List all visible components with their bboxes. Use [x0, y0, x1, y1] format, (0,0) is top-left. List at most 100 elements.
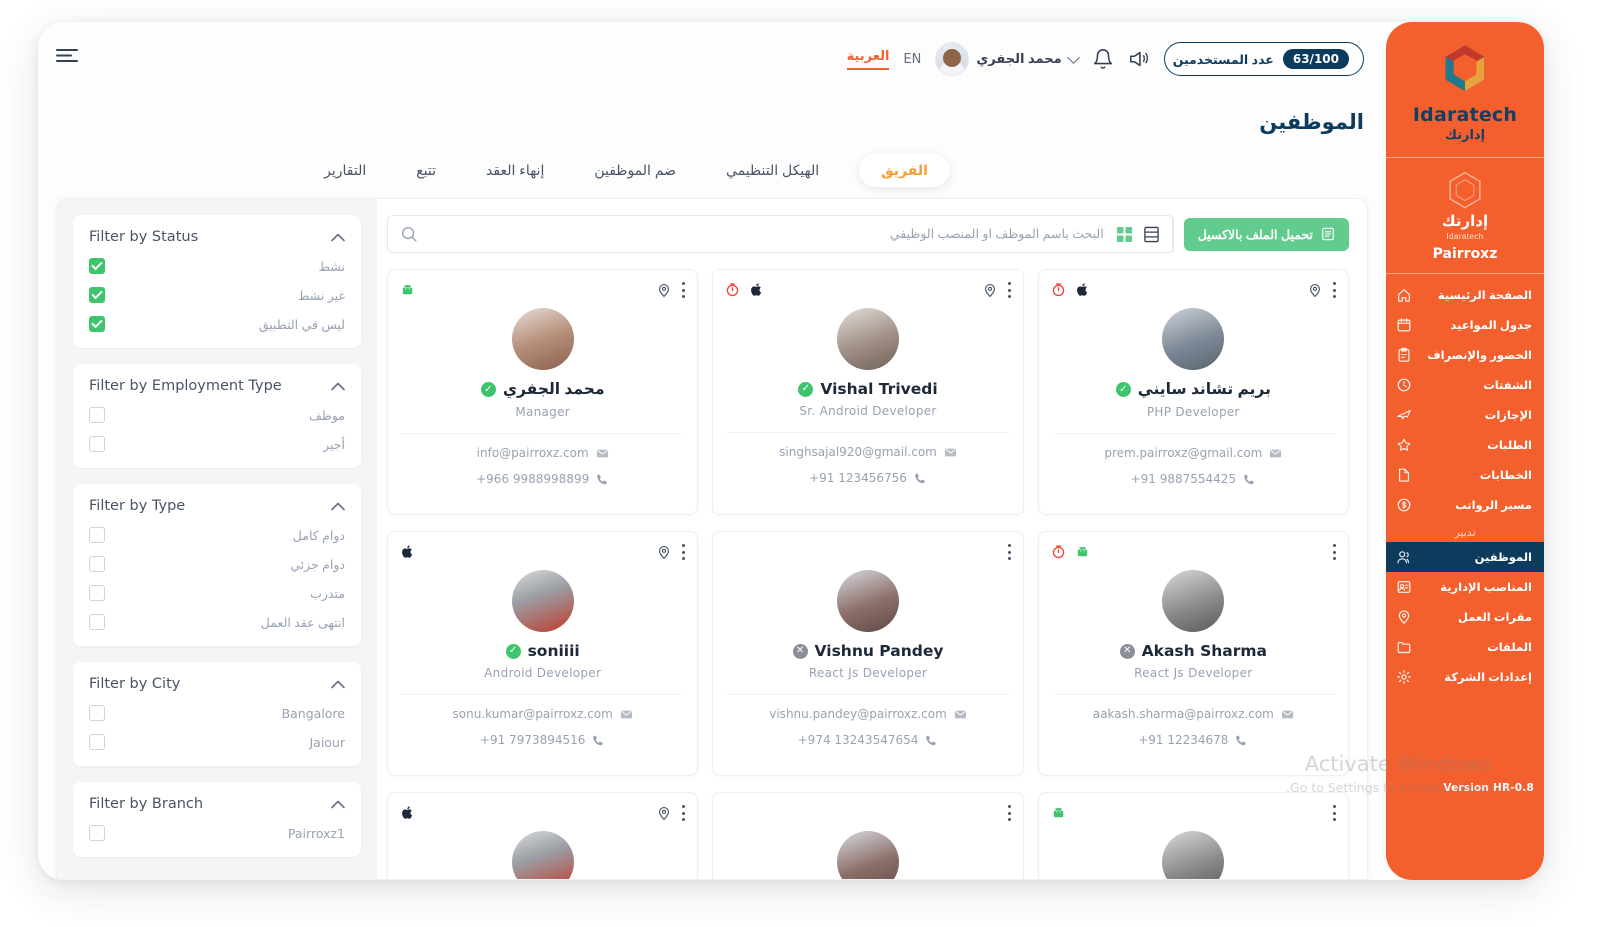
tab-4[interactable]: إنهاء العقد	[476, 154, 554, 187]
checkbox[interactable]	[89, 614, 105, 630]
filter-header[interactable]: Filter by City	[89, 676, 345, 692]
announcement-icon[interactable]	[1128, 48, 1150, 70]
employee-card-partial[interactable]	[1037, 792, 1349, 879]
filter-header[interactable]: Filter by Type	[89, 498, 345, 514]
download-excel-button[interactable]: تحميل الملف بالاكسيل	[1183, 217, 1349, 251]
employee-name-row: ✓ soniiii	[400, 642, 685, 660]
filter-header[interactable]: Filter by Status	[89, 229, 345, 245]
bell-icon[interactable]	[1092, 48, 1114, 70]
card-menu-icon[interactable]	[1332, 544, 1336, 560]
sidebar-item-8[interactable]: مسير الرواتب	[1386, 490, 1544, 520]
employee-email-row[interactable]: vishnu.pandey@pairroxz.com	[725, 707, 1010, 721]
checkbox[interactable]	[89, 705, 105, 721]
chevron-up-icon[interactable]	[331, 800, 345, 809]
sidebar-item-3[interactable]: الحضور والإنصراف	[1386, 340, 1544, 370]
employee-card-partial[interactable]	[387, 792, 699, 879]
employee-phone-row[interactable]: +966 9988998899	[400, 472, 685, 486]
filter-option[interactable]: Bangalore	[89, 705, 345, 721]
employee-email-row[interactable]: aakash.sharma@pairroxz.com	[1051, 707, 1336, 721]
sidebar-item-2[interactable]: جدول المواعيد	[1386, 310, 1544, 340]
checkbox[interactable]	[89, 585, 105, 601]
sidebar-item-11[interactable]: مقرات العمل	[1386, 602, 1544, 632]
filter-option[interactable]: نشط	[89, 258, 345, 274]
tab-3[interactable]: ضم الموظفين	[584, 154, 686, 187]
employee-card[interactable]: ✓ Vishal Trivedi Sr. Android Developer sing…	[712, 269, 1024, 515]
grid-view-icon[interactable]	[1116, 226, 1133, 243]
chevron-up-icon[interactable]	[331, 233, 345, 242]
location-pin-icon[interactable]	[1307, 282, 1323, 298]
chevron-up-icon[interactable]	[331, 502, 345, 511]
checkbox[interactable]	[89, 407, 105, 423]
card-menu-icon[interactable]	[1007, 282, 1011, 298]
employee-card-partial[interactable]	[712, 792, 1024, 879]
user-menu[interactable]: محمد الجفري	[935, 42, 1080, 76]
employee-email-row[interactable]: info@pairroxz.com	[400, 446, 685, 460]
filter-option[interactable]: Jaiour	[89, 734, 345, 750]
list-view-icon[interactable]	[1143, 226, 1160, 243]
filter-header[interactable]: Filter by Employment Type	[89, 378, 345, 394]
employee-email-row[interactable]: prem.pairroxz@gmail.com	[1051, 446, 1336, 460]
checkbox[interactable]	[89, 316, 105, 332]
filter-option[interactable]: دوام كامل	[89, 527, 345, 543]
card-menu-icon[interactable]	[1332, 805, 1336, 821]
employee-phone-row[interactable]: +91 12234678	[1051, 733, 1336, 747]
search-icon[interactable]	[400, 225, 418, 243]
sidebar-item-1[interactable]: الصفحة الرئيسية	[1386, 280, 1544, 310]
tab-5[interactable]: تتبع	[406, 154, 446, 187]
employee-phone-row[interactable]: +91 9887554425	[1051, 472, 1336, 486]
sidebar-item-9[interactable]: الموظفين	[1386, 541, 1544, 572]
filter-option[interactable]: انتهى عقد العمل	[89, 614, 345, 630]
card-menu-icon[interactable]	[1007, 544, 1011, 560]
checkbox[interactable]	[89, 287, 105, 303]
location-pin-icon[interactable]	[656, 544, 672, 560]
checkbox[interactable]	[89, 436, 105, 452]
employee-card[interactable]: ✓ soniiii Android Developer sonu.kumar@pair…	[387, 531, 699, 776]
employee-card[interactable]: ✓ محمد الجفري Manager info@pairroxz.com +966…	[387, 269, 699, 515]
filter-option[interactable]: موظف	[89, 407, 345, 423]
filter-option[interactable]: غير نشط	[89, 287, 345, 303]
checkbox[interactable]	[89, 825, 105, 841]
employee-email-row[interactable]: singhsajal920@gmail.com	[725, 445, 1010, 459]
language-english[interactable]: EN	[903, 52, 921, 67]
tab-1[interactable]: الفريق	[859, 154, 950, 187]
sidebar-item-12[interactable]: الملفات	[1386, 632, 1544, 662]
filter-option[interactable]: ليس في التطبيق	[89, 316, 345, 332]
filter-header[interactable]: Filter by Branch	[89, 796, 345, 812]
filter-option[interactable]: دوام جزئي	[89, 556, 345, 572]
menu-icon[interactable]	[56, 48, 78, 63]
card-menu-icon[interactable]	[681, 544, 686, 560]
checkbox[interactable]	[89, 527, 105, 543]
language-arabic[interactable]: العربية	[846, 49, 890, 70]
checkbox[interactable]	[89, 556, 105, 572]
checkbox[interactable]	[89, 734, 105, 750]
tab-2[interactable]: الهيكل التنظيمي	[716, 154, 829, 187]
filter-option[interactable]: Pairroxz1	[89, 825, 345, 841]
chevron-up-icon[interactable]	[331, 382, 345, 391]
sidebar-item-6[interactable]: الطلبات	[1386, 430, 1544, 460]
card-menu-icon[interactable]	[681, 805, 686, 821]
location-pin-icon[interactable]	[656, 282, 672, 298]
chevron-up-icon[interactable]	[331, 680, 345, 689]
search-input[interactable]	[430, 216, 1104, 252]
employee-phone-row[interactable]: +974 13243547654	[725, 733, 1010, 747]
employee-card[interactable]: ✕ Akash Sharma React Js Developer aakash.sh…	[1037, 531, 1349, 776]
card-menu-icon[interactable]	[681, 282, 686, 298]
filter-option[interactable]: أجير	[89, 436, 345, 452]
employee-card[interactable]: ✕ Vishnu Pandey React Js Developer vishnu.p…	[712, 531, 1024, 776]
sidebar-item-4[interactable]: الشفتات	[1386, 370, 1544, 400]
card-menu-icon[interactable]	[1007, 805, 1011, 821]
employee-card[interactable]: ✓ بريم تشاند سايني PHP Developer prem.pairr…	[1037, 269, 1349, 515]
employee-phone-row[interactable]: +91 7973894516	[400, 733, 685, 747]
filter-option[interactable]: متدرب	[89, 585, 345, 601]
checkbox[interactable]	[89, 258, 105, 274]
sidebar-item-10[interactable]: المناصب الإدارية	[1386, 572, 1544, 602]
card-menu-icon[interactable]	[1332, 282, 1336, 298]
location-pin-icon[interactable]	[982, 282, 998, 298]
sidebar-item-5[interactable]: الإجازات	[1386, 400, 1544, 430]
employee-email-row[interactable]: sonu.kumar@pairroxz.com	[400, 707, 685, 721]
tab-6[interactable]: التقارير	[314, 154, 376, 187]
sidebar-item-7[interactable]: الخطابات	[1386, 460, 1544, 490]
sidebar-item-13[interactable]: إعدادات الشركة	[1386, 662, 1544, 692]
location-pin-icon[interactable]	[656, 805, 672, 821]
employee-phone-row[interactable]: +91 123456756	[725, 471, 1010, 485]
